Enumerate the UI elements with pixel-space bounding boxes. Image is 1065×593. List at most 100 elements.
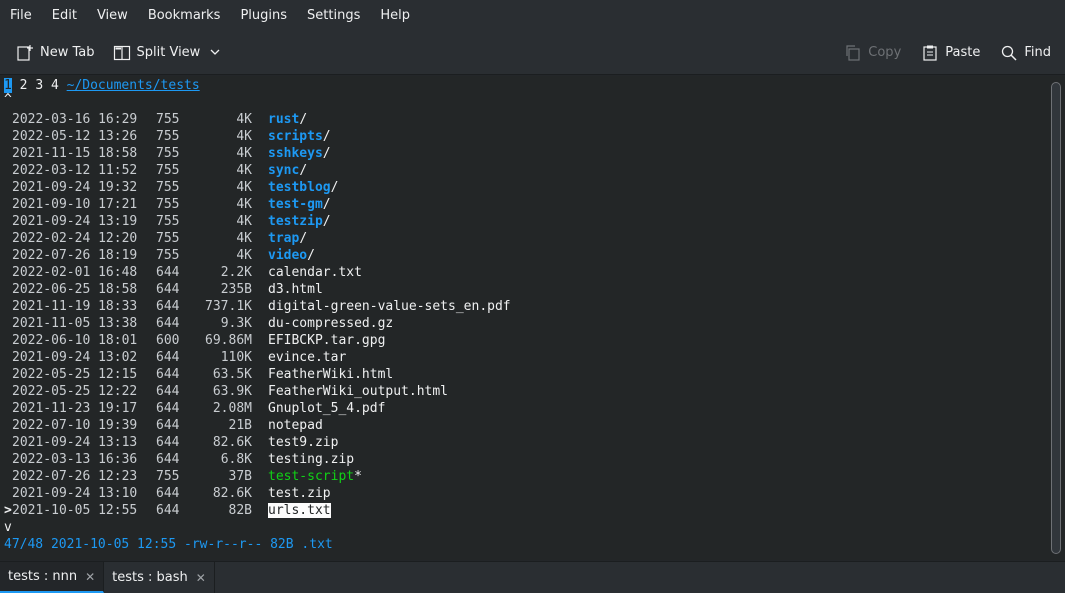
file-row[interactable]: 2021-09-24 19:32 755 4K testblog/ <box>0 179 1040 196</box>
terminal-view[interactable]: 1 2 3 4 ~/Documents/tests ^ 2022-03-16 1… <box>0 76 1048 560</box>
scroll-up-marker: ^ <box>4 92 12 107</box>
file-date: 2022-07-26 12:23 <box>12 469 138 484</box>
status-line: 47/48 2021-10-05 12:55 -rw-r--r-- 82B .t… <box>4 537 333 552</box>
menu-plugins[interactable]: Plugins <box>230 0 297 31</box>
file-row[interactable]: 2021-09-24 13:13 644 82.6K test9.zip <box>0 434 1040 451</box>
file-name: calendar.txt <box>268 265 362 280</box>
terminal-scrollbar[interactable] <box>1048 76 1065 560</box>
file-date: 2022-02-01 16:48 <box>12 265 138 280</box>
close-icon[interactable]: ✕ <box>196 571 206 585</box>
file-name-cell: evince.tar <box>268 349 346 366</box>
file-row[interactable]: 2021-09-24 13:10 644 82.6K test.zip <box>0 485 1040 502</box>
file-size: 4K <box>236 146 252 161</box>
file-name-cell: EFIBCKP.tar.gpg <box>268 332 385 349</box>
file-date: 2021-09-24 13:02 <box>12 350 138 365</box>
file-size: 4K <box>236 129 252 144</box>
file-row[interactable]: 2021-11-15 18:58 755 4K sshkeys/ <box>0 145 1040 162</box>
file-row[interactable]: 2021-09-24 13:02 644 110K evince.tar <box>0 349 1040 366</box>
file-name-cell: trap/ <box>268 230 307 247</box>
split-view-button[interactable]: Split View <box>107 37 227 69</box>
tab-tests-bash[interactable]: tests : bash ✕ <box>104 562 215 593</box>
file-row[interactable]: 2022-06-25 18:58 644 235B d3.html <box>0 281 1040 298</box>
file-row[interactable]: 2021-11-19 18:33 644 737.1K digital-green-v… <box>0 298 1040 315</box>
file-date: 2021-09-24 13:10 <box>12 486 138 501</box>
file-permissions: 600 <box>156 333 180 348</box>
file-name: test.zip <box>268 486 331 501</box>
menu-help[interactable]: Help <box>370 0 420 31</box>
file-name: FeatherWiki_output.html <box>268 384 449 399</box>
file-name-cell: calendar.txt <box>268 264 362 281</box>
file-name: Gnuplot_5_4.pdf <box>268 401 386 416</box>
file-permissions: 644 <box>156 265 180 280</box>
split-view-label: Split View <box>136 45 201 60</box>
file-date: 2022-03-12 11:52 <box>12 163 138 178</box>
file-row[interactable]: 2022-05-25 12:22 644 63.9K FeatherWiki_outp… <box>0 383 1040 400</box>
tab-label: tests : bash <box>112 570 188 585</box>
file-name-cell: video/ <box>268 247 315 264</box>
scrollbar-thumb[interactable] <box>1051 82 1061 554</box>
file-row[interactable]: 2022-05-25 12:15 644 63.5K FeatherWiki.html <box>0 366 1040 383</box>
file-date: 2022-05-12 13:26 <box>12 129 138 144</box>
file-row[interactable]: 2022-07-26 18:19 755 4K video/ <box>0 247 1040 264</box>
file-row[interactable]: 2021-09-24 13:19 755 4K testzip/ <box>0 213 1040 230</box>
file-size: 4K <box>236 163 252 178</box>
file-row[interactable]: >2021-10-05 12:55 644 82B urls.txt <box>0 502 1040 519</box>
file-size: 737.1K <box>205 299 252 314</box>
file-name: rust <box>268 112 300 127</box>
file-row[interactable]: 2021-09-10 17:21 755 4K test-gm/ <box>0 196 1040 213</box>
menu-settings[interactable]: Settings <box>297 0 370 31</box>
file-name: sync <box>268 163 300 178</box>
paste-button[interactable]: Paste <box>915 37 986 69</box>
file-row[interactable]: 2022-02-24 12:20 755 4K trap/ <box>0 230 1040 247</box>
file-type-suffix: / <box>322 146 331 161</box>
file-date: 2021-10-05 12:55 <box>12 503 138 518</box>
file-permissions: 755 <box>156 231 180 246</box>
file-row[interactable]: 2022-05-12 13:26 755 4K scripts/ <box>0 128 1040 145</box>
scroll-down-marker: v <box>4 520 12 535</box>
file-row[interactable]: 2022-03-16 16:29 755 4K rust/ <box>0 111 1040 128</box>
menu-edit[interactable]: Edit <box>42 0 87 31</box>
file-name-cell: notepad <box>268 417 323 434</box>
split-view-icon <box>113 44 131 62</box>
toolbar: New Tab Split View Copy Paste Find <box>0 31 1065 75</box>
file-date: 2021-11-23 19:17 <box>12 401 138 416</box>
file-row[interactable]: 2022-07-26 12:23 755 37B test-script* <box>0 468 1040 485</box>
chevron-down-icon[interactable] <box>210 45 220 60</box>
file-name: d3.html <box>268 282 323 297</box>
file-size: 69.86M <box>205 333 252 348</box>
file-row[interactable]: 2022-03-12 11:52 755 4K sync/ <box>0 162 1040 179</box>
file-date: 2022-03-16 16:29 <box>12 112 138 127</box>
file-name: trap <box>268 231 300 246</box>
file-row[interactable]: 2021-11-23 19:17 644 2.08M Gnuplot_5_4.pdf <box>0 400 1040 417</box>
find-button[interactable]: Find <box>994 37 1057 69</box>
file-size: 4K <box>236 214 252 229</box>
copy-label: Copy <box>868 45 902 60</box>
file-size: 4K <box>236 180 252 195</box>
file-row[interactable]: 2022-02-01 16:48 644 2.2K calendar.txt <box>0 264 1040 281</box>
file-row[interactable]: 2022-06-10 18:01 600 69.86M EFIBCKP.tar.gpg <box>0 332 1040 349</box>
new-tab-button[interactable]: New Tab <box>10 37 101 69</box>
file-row[interactable]: 2021-11-05 13:38 644 9.3K du-compressed.gz <box>0 315 1040 332</box>
file-name-cell: sync/ <box>268 162 307 179</box>
file-date: 2021-09-24 13:13 <box>12 435 138 450</box>
file-permissions: 644 <box>156 299 180 314</box>
copy-button[interactable]: Copy <box>838 37 907 69</box>
menu-bookmarks[interactable]: Bookmarks <box>138 0 231 31</box>
file-size: 6.8K <box>220 452 252 467</box>
file-name: digital-green-value-sets_en.pdf <box>268 299 511 314</box>
close-icon[interactable]: ✕ <box>85 570 95 584</box>
file-name-cell: FeatherWiki.html <box>268 366 393 383</box>
file-size: 37B <box>228 469 252 484</box>
menu-file[interactable]: File <box>0 0 42 31</box>
file-permissions: 644 <box>156 435 180 450</box>
context-2: 2 <box>19 78 28 93</box>
file-row[interactable]: 2022-03-13 16:36 644 6.8K testing.zip <box>0 451 1040 468</box>
tab-tests-nnn[interactable]: tests : nnn ✕ <box>0 562 105 593</box>
file-size: 4K <box>236 231 252 246</box>
session-tab-bar: tests : nnn ✕ tests : bash ✕ <box>0 561 1065 593</box>
menu-view[interactable]: View <box>87 0 138 31</box>
file-row[interactable]: 2022-07-10 19:39 644 21B notepad <box>0 417 1040 434</box>
file-size: 82.6K <box>212 486 252 501</box>
file-type-suffix: / <box>299 163 308 178</box>
file-name-cell: rust/ <box>268 111 307 128</box>
